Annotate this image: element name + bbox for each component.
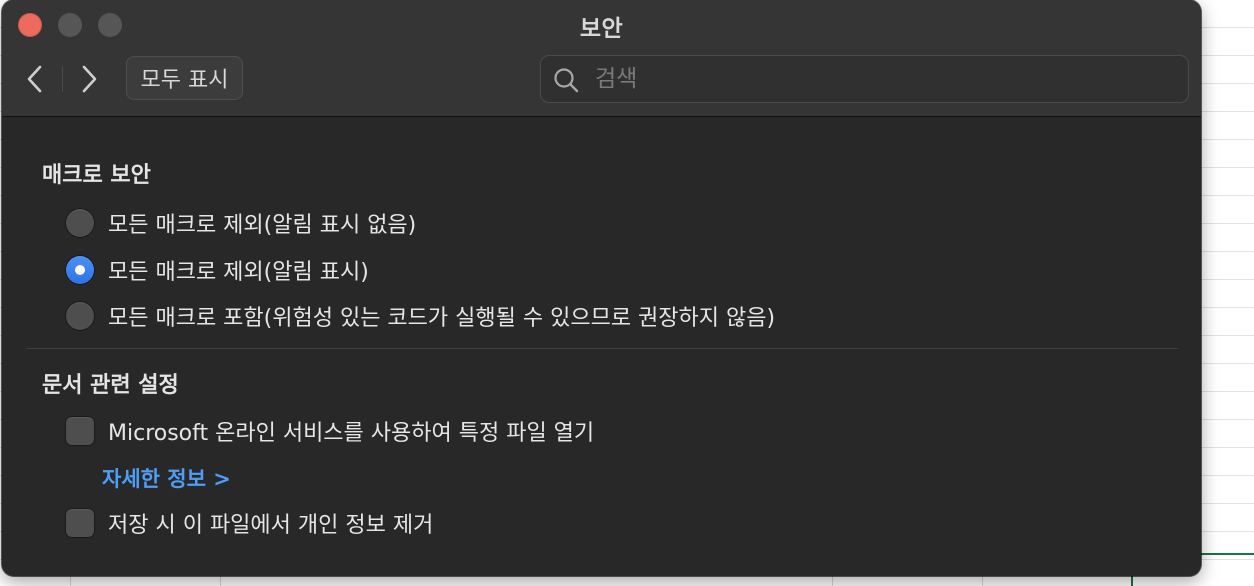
search-input[interactable]: 검색 <box>540 55 1189 103</box>
radio-enable-all-macros[interactable]: 모든 매크로 포함(위험성 있는 코드가 실행될 수 있으므로 권장하지 않음) <box>66 300 775 332</box>
checkbox[interactable] <box>66 509 94 537</box>
title-bar: 보안 모두 표시 검색 <box>2 0 1201 117</box>
search-icon <box>554 68 579 93</box>
checkbox-label: Microsoft 온라인 서비스를 사용하여 특정 파일 열기 <box>108 421 595 446</box>
radio-label: 모든 매크로 제외(알림 표시 없음) <box>108 213 417 238</box>
search-placeholder: 검색 <box>595 66 638 92</box>
radio-button-selected[interactable] <box>66 256 94 284</box>
security-preferences-window: 보안 모두 표시 검색 매크로 보안 모든 매크로 제외(알림 표시 없음) 모… <box>2 0 1201 576</box>
nav-separator <box>62 66 63 92</box>
forward-button[interactable] <box>74 62 104 96</box>
radio-dot <box>75 265 85 275</box>
more-info-link[interactable]: 자세한 정보 > <box>102 463 231 493</box>
radio-button[interactable] <box>66 209 94 237</box>
radio-button[interactable] <box>66 302 94 330</box>
radio-label: 모든 매크로 포함(위험성 있는 코드가 실행될 수 있으므로 권장하지 않음) <box>108 306 776 331</box>
radio-disable-macros-with-notify[interactable]: 모든 매크로 제외(알림 표시) <box>66 254 369 286</box>
checkbox-open-with-online-services[interactable]: Microsoft 온라인 서비스를 사용하여 특정 파일 열기 <box>66 415 594 447</box>
back-button[interactable] <box>20 62 50 96</box>
checkbox-label: 저장 시 이 파일에서 개인 정보 제거 <box>108 513 434 538</box>
macro-security-heading: 매크로 보안 <box>42 163 151 188</box>
document-settings-heading: 문서 관련 설정 <box>42 373 179 398</box>
window-title: 보안 <box>579 16 624 42</box>
chevron-left-icon <box>27 65 42 93</box>
checkbox[interactable] <box>66 417 94 445</box>
checkbox-remove-personal-info[interactable]: 저장 시 이 파일에서 개인 정보 제거 <box>66 507 433 539</box>
radio-disable-macros-no-notify[interactable]: 모든 매크로 제외(알림 표시 없음) <box>66 207 416 239</box>
preferences-content: 매크로 보안 모든 매크로 제외(알림 표시 없음) 모든 매크로 제외(알림 … <box>2 117 1201 576</box>
radio-label: 모든 매크로 제외(알림 표시) <box>108 260 369 285</box>
show-all-button[interactable]: 모두 표시 <box>126 56 243 100</box>
chevron-right-icon <box>82 65 97 93</box>
section-divider <box>26 348 1178 349</box>
